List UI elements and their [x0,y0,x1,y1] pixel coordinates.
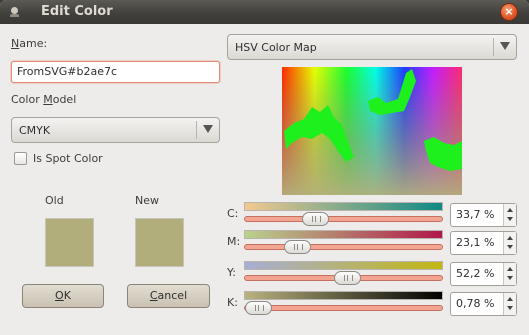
close-icon[interactable]: × [500,3,518,21]
channel-gradient [244,230,443,239]
cancel-button[interactable]: Cancel [127,284,210,308]
app-window-icon [10,7,19,17]
channel-value-spinbutton[interactable]: 23,1 % [450,231,517,255]
slider-thumb[interactable] [333,271,361,285]
slider-thumb[interactable] [301,212,329,226]
channel-slider[interactable] [244,305,443,311]
slider-label: M: [227,235,241,248]
channel-value: 52,2 % [456,267,495,280]
ok-button[interactable]: OK [22,284,104,308]
spot-color-label: Is Spot Color [33,152,103,165]
channel-gradient [244,202,443,211]
slider-thumb[interactable] [283,240,311,254]
channel-gradient [244,261,443,270]
channel-value-spinbutton[interactable]: 52,2 % [450,262,517,286]
spot-color-checkbox[interactable] [14,152,27,165]
spin-arrows-icon[interactable] [503,263,516,285]
channel-gradient [244,291,443,300]
channel-slider[interactable] [244,216,443,222]
spin-arrows-icon[interactable] [503,204,516,226]
channel-value: 0,78 % [456,297,495,310]
spin-arrows-icon[interactable] [503,232,516,254]
map-mode-select[interactable]: HSV Color Map [227,34,517,60]
title-bar[interactable]: Edit Color × [0,0,529,24]
slider-label: C: [227,207,239,220]
channel-value-spinbutton[interactable]: 33,7 % [450,203,517,227]
channel-value-spinbutton[interactable]: 0,78 % [450,292,517,316]
name-field[interactable]: FromSVG#b2ae7c [11,61,220,83]
color-model-label: Color Model [11,93,77,106]
color-model-select[interactable]: CMYK [11,117,220,143]
old-color-swatch [45,218,94,267]
map-mode-value: HSV Color Map [235,41,317,54]
chevron-down-icon [500,42,510,50]
channel-slider[interactable] [244,244,443,250]
new-color-swatch [135,218,184,267]
spin-arrows-icon[interactable] [503,293,516,315]
channel-value: 33,7 % [456,208,495,221]
channel-value: 23,1 % [456,236,495,249]
new-label: New [135,194,159,207]
slider-label: Y: [227,266,236,279]
name-label: Name: [11,37,48,50]
slider-label: K: [227,296,238,309]
hsv-color-map[interactable] [282,67,462,195]
edit-color-dialog: Edit Color × Name: FromSVG#b2ae7c Color … [0,0,529,335]
chevron-down-icon [203,125,213,133]
slider-thumb[interactable] [245,301,273,315]
window-title: Edit Color [41,4,113,19]
old-label: Old [45,194,64,207]
color-model-value: CMYK [19,124,51,137]
